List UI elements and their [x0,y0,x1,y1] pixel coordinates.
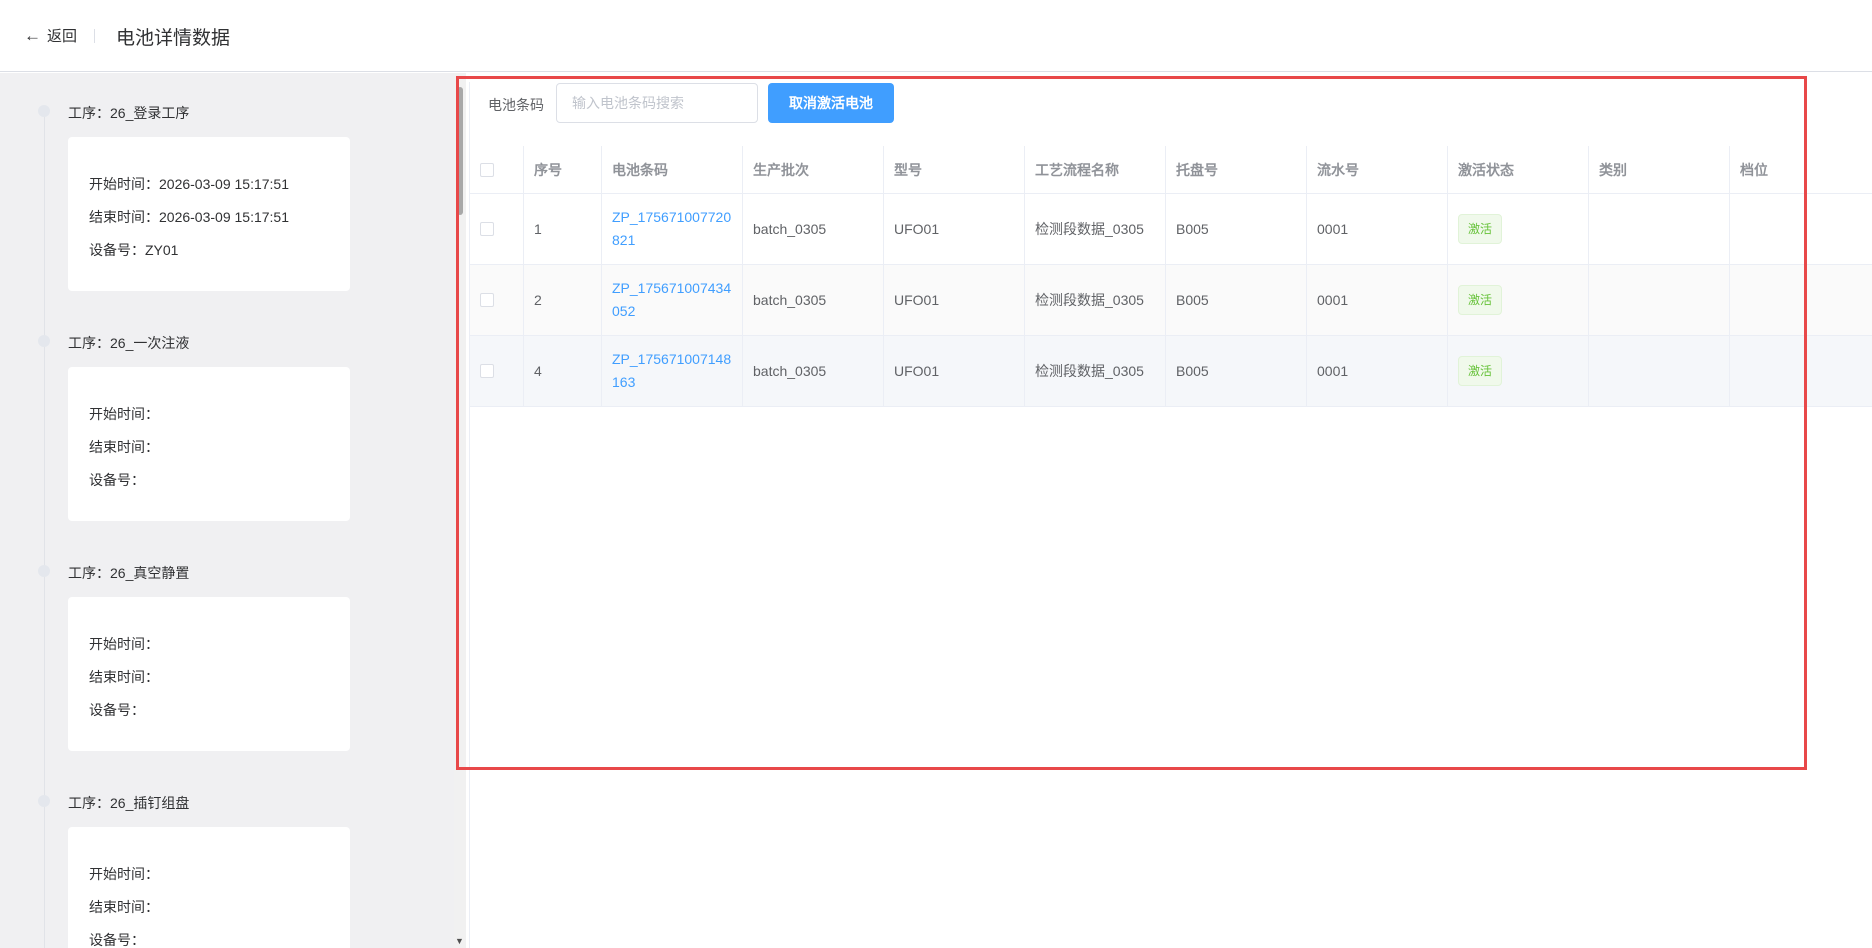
barcode-cell: ZP_175671007434052 [602,265,743,335]
scroll-down-arrow-icon[interactable]: ▼ [455,937,464,946]
status-badge: 激活 [1458,356,1503,386]
status-cell: 激活 [1448,265,1589,335]
column-header: 托盘号 [1166,146,1307,193]
cancel-activation-button[interactable]: 取消激活电池 [768,83,894,123]
status-cell: 激活 [1448,194,1589,264]
step-card: 开始时间： 结束时间： 设备号： [68,827,350,948]
row-checkbox[interactable] [480,364,494,378]
header-divider [94,29,95,43]
device-id: 设备号： [89,472,145,488]
barcode-link[interactable]: ZP_175671007720821 [612,206,742,252]
column-header: 生产批次 [743,146,884,193]
row-select-cell [470,194,524,264]
index-cell: 1 [524,194,602,264]
index-cell: 2 [524,265,602,335]
table-row[interactable]: 2 ZP_175671007434052 batch_0305 UFO01 检测… [470,265,1872,336]
end-time: 结束时间： [89,899,159,915]
barcode-cell: ZP_175671007148163 [602,336,743,406]
category-cell [1589,265,1730,335]
tray-cell: B005 [1166,336,1307,406]
page-header: ← 返回 电池详情数据 [0,0,1872,72]
status-badge: 激活 [1458,214,1503,244]
batch-cell: batch_0305 [743,336,884,406]
barcode-link[interactable]: ZP_175671007434052 [612,277,742,323]
barcode-search-input[interactable] [556,83,758,123]
start-time: 开始时间： [89,866,159,882]
back-button[interactable]: ← 返回 [24,25,77,46]
tray-cell: B005 [1166,194,1307,264]
step-title: 工序：26_登录工序 [68,105,190,121]
category-cell [1589,194,1730,264]
table-row[interactable]: 1 ZP_175671007720821 batch_0305 UFO01 检测… [470,194,1872,265]
grade-cell [1730,265,1872,335]
header-select-cell [470,146,524,193]
scrollbar-thumb[interactable] [457,87,463,215]
row-select-cell [470,336,524,406]
process-cell: 检测段数据_0305 [1025,194,1166,264]
table-header: 序号 电池条码 生产批次 型号 工艺流程名称 托盘号 流水号 激活状态 类别 档… [470,146,1872,194]
timeline-dot [38,105,50,117]
timeline-dot [38,335,50,347]
row-select-cell [470,265,524,335]
barcode-link[interactable]: ZP_175671007148163 [612,348,742,394]
timeline-dot [38,565,50,577]
grade-cell [1730,336,1872,406]
process-cell: 检测段数据_0305 [1025,336,1166,406]
column-header: 工艺流程名称 [1025,146,1166,193]
row-checkbox[interactable] [480,293,494,307]
start-time: 开始时间：2026-03-09 15:17:51 [89,176,289,192]
page-title: 电池详情数据 [116,28,231,49]
model-cell: UFO01 [884,336,1025,406]
step-card: 开始时间： 结束时间： 设备号： [68,367,350,521]
tray-cell: B005 [1166,265,1307,335]
device-id: 设备号： [89,932,145,948]
category-cell [1589,336,1730,406]
table-row[interactable]: 4 ZP_175671007148163 batch_0305 UFO01 检测… [470,336,1872,407]
step-title: 工序：26_插钉组盘 [68,795,190,811]
process-timeline[interactable]: 工序：26_登录工序 开始时间：2026-03-09 15:17:51 结束时间… [0,73,454,948]
arrow-left-icon: ← [24,26,41,45]
row-checkbox[interactable] [480,222,494,236]
select-all-checkbox[interactable] [480,162,494,177]
barcode-cell: ZP_175671007720821 [602,194,743,264]
step-title: 工序：26_真空静置 [68,565,190,581]
column-header: 类别 [1589,146,1730,193]
device-id: 设备号：ZY01 [89,242,179,258]
index-cell: 4 [524,336,602,406]
process-cell: 检测段数据_0305 [1025,265,1166,335]
end-time: 结束时间： [89,669,159,685]
column-header: 型号 [884,146,1025,193]
step-card: 开始时间：2026-03-09 15:17:51 结束时间：2026-03-09… [68,137,350,291]
step-card: 开始时间： 结束时间： 设备号： [68,597,350,751]
search-label: 电池条码 [488,97,544,113]
end-time: 结束时间： [89,439,159,455]
column-header: 电池条码 [602,146,743,193]
step-title: 工序：26_一次注液 [68,335,190,351]
start-time: 开始时间： [89,406,159,422]
serial-cell: 0001 [1307,265,1448,335]
model-cell: UFO01 [884,265,1025,335]
grade-cell [1730,194,1872,264]
back-label: 返回 [47,28,78,45]
device-id: 设备号： [89,702,145,718]
model-cell: UFO01 [884,194,1025,264]
serial-cell: 0001 [1307,194,1448,264]
start-time: 开始时间： [89,636,159,652]
serial-cell: 0001 [1307,336,1448,406]
status-badge: 激活 [1458,285,1503,315]
timeline-scrollbar[interactable]: ▼ [454,73,466,948]
column-header: 激活状态 [1448,146,1589,193]
batch-cell: batch_0305 [743,194,884,264]
column-header: 流水号 [1307,146,1448,193]
end-time: 结束时间：2026-03-09 15:17:51 [89,209,289,225]
batch-cell: batch_0305 [743,265,884,335]
column-header: 序号 [524,146,602,193]
status-cell: 激活 [1448,336,1589,406]
timeline-dot [38,795,50,807]
column-header: 档位 [1740,161,1768,178]
timeline-line [44,113,45,948]
